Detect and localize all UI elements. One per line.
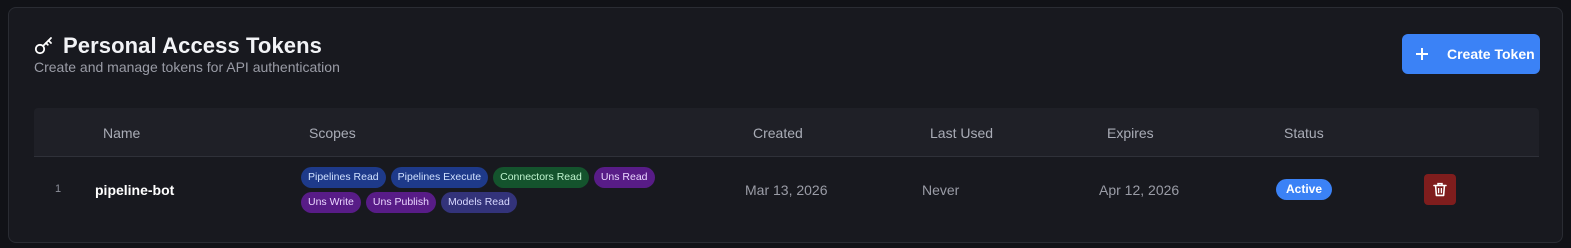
table-header: Name Scopes Created Last Used Expires St… [34, 108, 1539, 157]
scope-badge: Uns Write [301, 192, 361, 213]
scope-badge: Pipelines Read [301, 167, 386, 188]
tokens-panel: Personal Access Tokens Create and manage… [8, 7, 1563, 243]
key-icon [34, 37, 52, 55]
trash-icon [1433, 182, 1447, 197]
tokens-table: Name Scopes Created Last Used Expires St… [34, 108, 1539, 235]
created-date: Mar 13, 2026 [745, 182, 828, 198]
expires-date: Apr 12, 2026 [1099, 182, 1180, 198]
scope-badge: Uns Publish [365, 192, 436, 213]
page-title: Personal Access Tokens [63, 33, 322, 58]
scope-badge: Models Read [440, 192, 517, 213]
column-header-created[interactable]: Created [753, 125, 803, 141]
scope-badge: Uns Read [593, 167, 655, 188]
scope-badge: Connectors Read [493, 167, 589, 188]
scope-list: Pipelines Read Pipelines Execute Connect… [301, 167, 711, 213]
status-badge: Active [1276, 179, 1332, 200]
plus-icon [1416, 48, 1428, 60]
create-token-button[interactable]: Create Token [1402, 34, 1540, 74]
delete-token-button[interactable] [1424, 174, 1456, 205]
create-token-label: Create Token [1447, 46, 1535, 62]
last-used-value: Never [922, 182, 960, 198]
column-header-name[interactable]: Name [103, 125, 140, 141]
column-header-last-used[interactable]: Last Used [930, 125, 993, 141]
page-subtitle: Create and manage tokens for API authent… [34, 59, 340, 75]
scope-badge: Pipelines Execute [390, 167, 489, 188]
column-header-status[interactable]: Status [1284, 125, 1324, 141]
column-header-expires[interactable]: Expires [1107, 125, 1154, 141]
row-index: 1 [55, 183, 62, 195]
column-header-scopes[interactable]: Scopes [309, 125, 356, 141]
token-name: pipeline-bot [95, 182, 175, 198]
table-row[interactable]: 1 pipeline-bot Pipelines Read Pipelines … [34, 157, 1539, 223]
